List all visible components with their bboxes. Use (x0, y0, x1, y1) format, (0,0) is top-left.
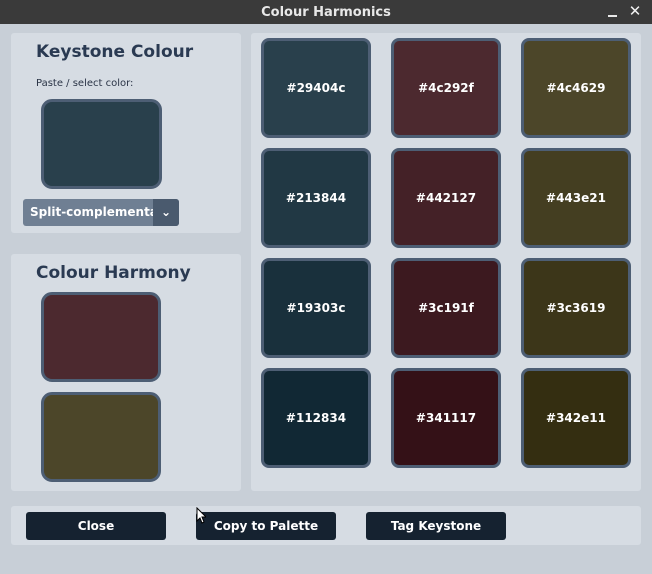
grid-cell-label: #213844 (285, 191, 347, 205)
grid-cell-label: #341117 (415, 411, 477, 425)
keystone-heading: Keystone Colour (36, 42, 194, 62)
title-bar: Colour Harmonics ✕ (0, 0, 652, 24)
grid-cell[interactable]: #4c4629 (521, 38, 631, 138)
harmony-swatch-2[interactable] (41, 392, 161, 482)
grid-cell-label: #4c4629 (546, 81, 606, 95)
chevron-down-icon[interactable]: ⌄ (153, 199, 179, 226)
grid-cell[interactable]: #29404c (261, 38, 371, 138)
grid-cell[interactable]: #341117 (391, 368, 501, 468)
grid-cell-label: #3c191f (418, 301, 474, 315)
grid-cell-label: #443e21 (546, 191, 606, 205)
grid-cell-label: #342e11 (546, 411, 606, 425)
grid-cell[interactable]: #443e21 (521, 148, 631, 248)
grid-cell[interactable]: #342e11 (521, 368, 631, 468)
grid-cell-label: #442127 (415, 191, 477, 205)
grid-cell-label: #3c3619 (546, 301, 606, 315)
grid-cell-label: #112834 (285, 411, 347, 425)
window-close-button[interactable]: ✕ (627, 2, 643, 20)
window-title: Colour Harmonics (261, 5, 391, 20)
harmony-type-dropdown[interactable]: Split-complementary ⌄ (23, 199, 179, 226)
keystone-swatch[interactable] (41, 99, 162, 189)
copy-to-palette-button[interactable]: Copy to Palette (196, 512, 336, 540)
grid-cell[interactable]: #112834 (261, 368, 371, 468)
paste-label: Paste / select color: (36, 78, 134, 89)
mouse-cursor-icon (196, 507, 206, 524)
harmony-swatch-1[interactable] (41, 292, 161, 382)
grid-cell-label: #19303c (286, 301, 346, 315)
grid-cell-label: #4c292f (418, 81, 474, 95)
grid-cell[interactable]: #4c292f (391, 38, 501, 138)
harmony-type-value: Split-complementary (30, 205, 172, 219)
grid-cell[interactable]: #442127 (391, 148, 501, 248)
grid-cell-label: #29404c (286, 81, 346, 95)
grid-cell[interactable]: #19303c (261, 258, 371, 358)
grid-cell[interactable]: #3c3619 (521, 258, 631, 358)
close-button[interactable]: Close (26, 512, 166, 540)
grid-cell[interactable]: #213844 (261, 148, 371, 248)
tag-keystone-button[interactable]: Tag Keystone (366, 512, 506, 540)
minimize-button[interactable] (606, 3, 620, 21)
harmony-heading: Colour Harmony (36, 263, 191, 283)
grid-cell[interactable]: #3c191f (391, 258, 501, 358)
